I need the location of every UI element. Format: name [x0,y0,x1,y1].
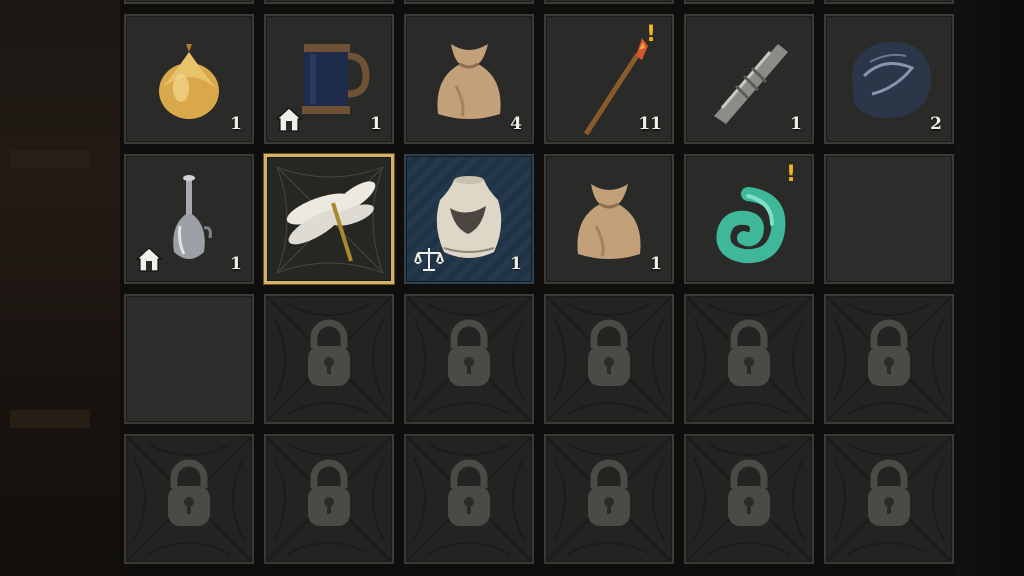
home-icon [274,104,304,134]
locked-slot [684,434,814,564]
locked-slot [824,434,954,564]
padlock-icon [686,296,812,422]
inventory-slot-empty[interactable] [824,154,954,284]
inventory-slot[interactable] [824,0,954,4]
new-item-alert: ! [645,22,656,47]
new-item-alert: ! [785,162,796,187]
inventory-slot-dark-ore[interactable]: 2 [824,14,954,144]
home-icon [134,244,164,274]
item-quantity: 1 [650,254,662,274]
inventory-grid: 1 1 4 ! 11 1 2 1 1 1 ! [124,0,954,564]
inventory-slot-cloth-pouch[interactable]: 1 [544,154,674,284]
inventory-slot-dragonfly-wings[interactable] [264,154,394,284]
padlock-icon [826,296,952,422]
inventory-slot[interactable] [684,0,814,4]
locked-slot [264,434,394,564]
item-quantity: 1 [230,114,242,134]
padlock-icon [126,436,252,562]
inventory-slot[interactable] [264,0,394,4]
padlock-icon [406,436,532,562]
inventory-slot-onion[interactable]: 1 [124,14,254,144]
item-quantity: 1 [790,114,802,134]
item-quantity: 2 [930,114,942,134]
background-right [954,0,1024,576]
padlock-icon [546,436,672,562]
locked-slot [264,294,394,424]
inventory-slot[interactable] [544,0,674,4]
item-quantity: 1 [510,254,522,274]
item-quantity: 1 [230,254,242,274]
dragonfly-wings-icon [276,166,384,274]
wood-beam [10,410,90,428]
locked-slot [404,434,534,564]
inventory-slot[interactable] [124,0,254,4]
padlock-icon [406,296,532,422]
inventory-slot-cloth-pouch[interactable]: 4 [404,14,534,144]
padlock-icon [826,436,952,562]
padlock-icon [266,296,392,422]
locked-slot [124,434,254,564]
inventory-slot-silver-decanter[interactable]: 1 [124,154,254,284]
inventory-slot-torch-staff[interactable]: ! 11 [544,14,674,144]
wood-beam [10,150,90,168]
inventory-slot-porcelain-vase[interactable]: 1 [404,154,534,284]
item-quantity: 1 [370,114,382,134]
item-quantity: 4 [510,114,522,134]
inventory-slot-empty[interactable] [124,294,254,424]
item-quantity: 11 [638,114,662,134]
locked-slot [544,294,674,424]
locked-slot [544,434,674,564]
inventory-slot-jade-pendant[interactable]: ! [684,154,814,284]
padlock-icon [266,436,392,562]
locked-slot [824,294,954,424]
inventory-slot-bone-fetish[interactable]: 1 [684,14,814,144]
locked-slot [684,294,814,424]
padlock-icon [546,296,672,422]
background-left [0,0,120,576]
padlock-icon [686,436,812,562]
scales-icon [414,244,444,274]
inventory-slot-tankard[interactable]: 1 [264,14,394,144]
locked-slot [404,294,534,424]
inventory-slot[interactable] [404,0,534,4]
